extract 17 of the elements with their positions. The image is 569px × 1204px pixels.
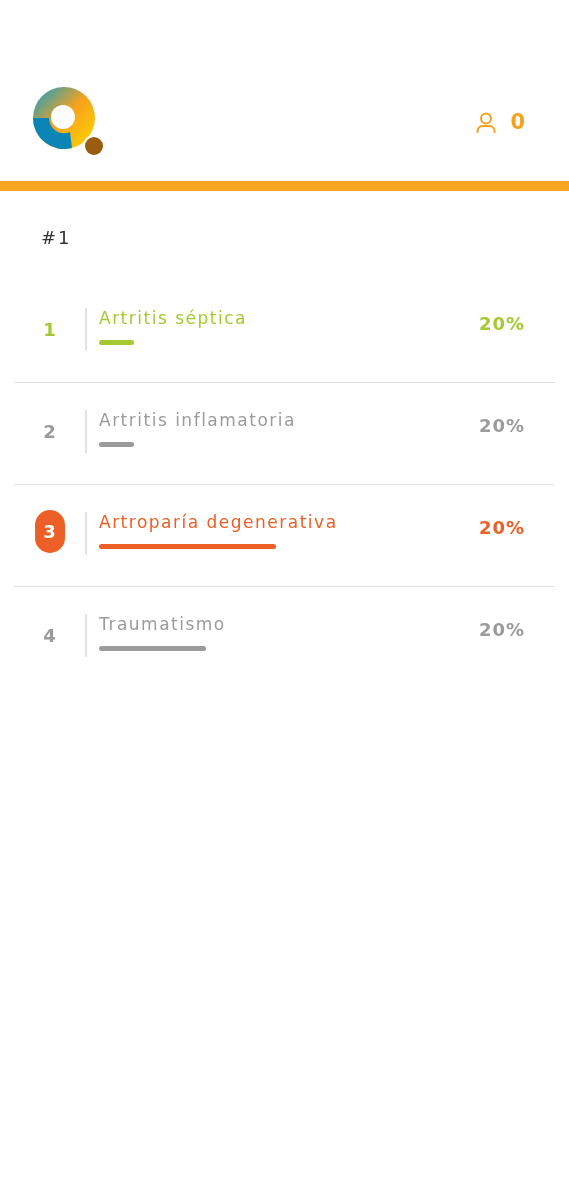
option-percent: 20%	[478, 312, 526, 336]
option-label: Artritis inflamatoria	[99, 410, 297, 430]
option-number: 2	[43, 420, 56, 444]
option-label: Artritis séptica	[99, 308, 248, 328]
option-percent: 20%	[478, 516, 526, 540]
option-label: Artroparía degenerativa	[99, 512, 339, 532]
option-bar	[99, 340, 134, 345]
option-number: 3	[34, 510, 65, 553]
question-number: #1	[41, 227, 72, 248]
option-number: 4	[43, 624, 56, 648]
score: 0	[510, 108, 525, 136]
option-percent: 20%	[478, 414, 526, 438]
option-percent: 20%	[478, 618, 526, 642]
user-icon	[476, 111, 497, 134]
option-bar	[99, 442, 134, 447]
option-number: 1	[43, 318, 56, 342]
option-label: Traumatismo	[99, 614, 227, 634]
